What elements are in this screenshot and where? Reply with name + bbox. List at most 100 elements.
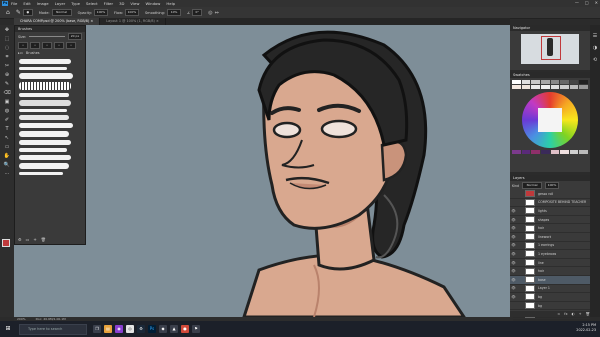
smoothing-field[interactable]: 10% <box>167 9 182 16</box>
tab-chara-comp[interactable]: CHARA COMP.psd @ 200% (base, RGB/8) × <box>14 18 101 25</box>
maximize-button[interactable]: □ <box>585 0 589 5</box>
visibility-eye-icon[interactable] <box>510 302 517 310</box>
size-slider[interactable] <box>29 36 65 37</box>
layer-opacity-field[interactable]: 100% <box>545 182 560 189</box>
windows-start-icon[interactable]: ⊞ <box>4 325 12 333</box>
brush-preset-10[interactable] <box>19 131 69 137</box>
size-field[interactable]: 20 px <box>68 33 82 40</box>
canvas[interactable] <box>14 25 510 317</box>
layer-row[interactable]: 👁 hair <box>510 267 590 276</box>
move-tool-icon[interactable]: ✥ <box>2 26 12 34</box>
brush-preset-14[interactable] <box>19 163 69 169</box>
file-explorer-icon[interactable]: ▤ <box>104 325 112 333</box>
menu-layer[interactable]: Layer <box>55 1 66 6</box>
crop-tool-icon[interactable]: ✂ <box>2 62 12 70</box>
taskbar-search-input[interactable]: Type here to search <box>19 323 87 335</box>
layer-row[interactable]: 👁 base <box>510 275 590 285</box>
menu-filter[interactable]: Filter <box>104 1 113 6</box>
new-brush-icon[interactable]: + <box>33 237 36 242</box>
blend-mode-select[interactable]: Normal <box>522 182 543 189</box>
layer-row[interactable]: 👁 bg <box>510 293 590 302</box>
marquee-tool-icon[interactable]: ⬚ <box>2 35 12 43</box>
new-folder-icon[interactable]: ▭ <box>26 237 30 242</box>
app-icon-4[interactable]: ⚑ <box>192 325 200 333</box>
mask-icon[interactable]: ◐ <box>572 311 575 317</box>
system-tray-clock[interactable]: 2:15 PM 2022-02-23 <box>576 323 596 333</box>
lasso-tool-icon[interactable]: ◌ <box>2 44 12 52</box>
filter-kind-label[interactable]: Kind <box>512 184 519 188</box>
hand-tool-icon[interactable]: ✋ <box>2 152 12 160</box>
home-icon[interactable]: ⌂ <box>6 9 10 16</box>
visibility-eye-icon[interactable]: 👁 <box>510 233 517 241</box>
symmetry-icon[interactable]: ⇔ <box>215 10 219 16</box>
new-layer-icon[interactable]: + <box>579 311 582 317</box>
visibility-eye-icon[interactable] <box>510 190 517 198</box>
properties-icon[interactable]: ☰ <box>590 33 600 39</box>
adjustments-icon[interactable]: ◑ <box>590 45 600 51</box>
discord-icon[interactable]: ◉ <box>115 325 123 333</box>
menu-window[interactable]: Window <box>145 1 160 6</box>
flow-field[interactable]: 100% <box>124 9 139 16</box>
history-icon[interactable]: ⟲ <box>590 57 600 63</box>
brush-preset-8[interactable] <box>19 115 69 120</box>
visibility-eye-icon[interactable]: 👁 <box>510 276 517 284</box>
navigator-preview[interactable] <box>521 34 579 64</box>
app-icon-2[interactable]: ▲ <box>170 325 178 333</box>
menu-image[interactable]: Image <box>37 1 49 6</box>
menu-file[interactable]: File <box>11 1 17 6</box>
layer-row[interactable]: bg <box>510 302 590 311</box>
zoom-tool-icon[interactable]: 🔍 <box>2 161 12 169</box>
brush-preset-9[interactable] <box>19 123 73 128</box>
brush-preset-5[interactable] <box>19 93 69 97</box>
visibility-eye-icon[interactable]: 👁 <box>510 250 517 258</box>
visibility-eye-icon[interactable]: 👁 <box>510 207 517 215</box>
photoshop-taskbar-icon[interactable]: Ps <box>148 325 156 333</box>
layer-row[interactable]: 👁 linework <box>510 233 590 242</box>
recent-brush-4[interactable]: • <box>54 42 64 49</box>
pen-tool-icon[interactable]: ✐ <box>2 116 12 124</box>
brush-preset-1[interactable] <box>19 59 71 64</box>
gradient-tool-icon[interactable]: ▣ <box>2 98 12 106</box>
blur-tool-icon[interactable]: ◍ <box>2 107 12 115</box>
menu-edit[interactable]: Edit <box>23 1 30 6</box>
layer-row[interactable]: 👁 lights <box>510 207 590 216</box>
foreground-color-swatch[interactable] <box>2 239 10 247</box>
more-tools-icon[interactable]: ⋯ <box>2 170 12 178</box>
steam-icon[interactable]: ⚙ <box>137 325 145 333</box>
app-icon-3[interactable]: ● <box>181 325 189 333</box>
delete-brush-icon[interactable]: 🗑 <box>41 237 46 242</box>
layer-row[interactable]: 👁 hair <box>510 224 590 233</box>
recent-brush-3[interactable]: • <box>42 42 52 49</box>
brush-tool-icon[interactable]: ✎ <box>2 80 12 88</box>
close-button[interactable]: ✕ <box>595 0 598 5</box>
recent-brush-5[interactable]: • <box>66 42 76 49</box>
visibility-eye-icon[interactable]: 👁 <box>510 259 517 267</box>
menu-help[interactable]: Help <box>166 1 175 6</box>
brush-preset-12[interactable] <box>19 148 67 152</box>
folder-icon[interactable]: ▸▭ <box>18 51 23 55</box>
visibility-eye-icon[interactable]: 👁 <box>510 216 517 224</box>
menu-type[interactable]: Type <box>71 1 80 6</box>
brush-size-preview[interactable]: ● <box>22 9 33 16</box>
visibility-eye-icon[interactable]: 👁 <box>510 267 517 275</box>
minimize-button[interactable]: — <box>575 0 579 5</box>
recent-brush-1[interactable]: • <box>18 42 28 49</box>
brush-preset-6[interactable] <box>19 100 71 106</box>
view-rectangle[interactable] <box>541 36 561 60</box>
link-layers-icon[interactable]: ∞ <box>557 311 560 317</box>
visibility-eye-icon[interactable]: 👁 <box>510 224 517 232</box>
layer-row[interactable]: 👁 1 earrings <box>510 241 590 251</box>
type-tool-icon[interactable]: T <box>2 125 12 133</box>
layer-row[interactable]: 👁 1 eyebrows <box>510 250 590 259</box>
visibility-eye-icon[interactable]: 👁 <box>510 285 517 293</box>
task-view-icon[interactable]: ❐ <box>93 325 101 333</box>
tab-layout-1[interactable]: Layout 1 @ 100% (1, RGB/8) × <box>100 18 166 25</box>
layer-row[interactable]: 👁 shapes <box>510 216 590 225</box>
eraser-tool-icon[interactable]: ⌫ <box>2 89 12 97</box>
brush-preset-3[interactable] <box>19 73 73 79</box>
color-square[interactable] <box>538 108 562 132</box>
eyedropper-tool-icon[interactable]: ⊕ <box>2 71 12 79</box>
angle-field[interactable]: 0° <box>192 9 203 16</box>
color-wheel[interactable] <box>522 92 578 148</box>
layer-row[interactable]: gesso roll <box>510 190 590 199</box>
